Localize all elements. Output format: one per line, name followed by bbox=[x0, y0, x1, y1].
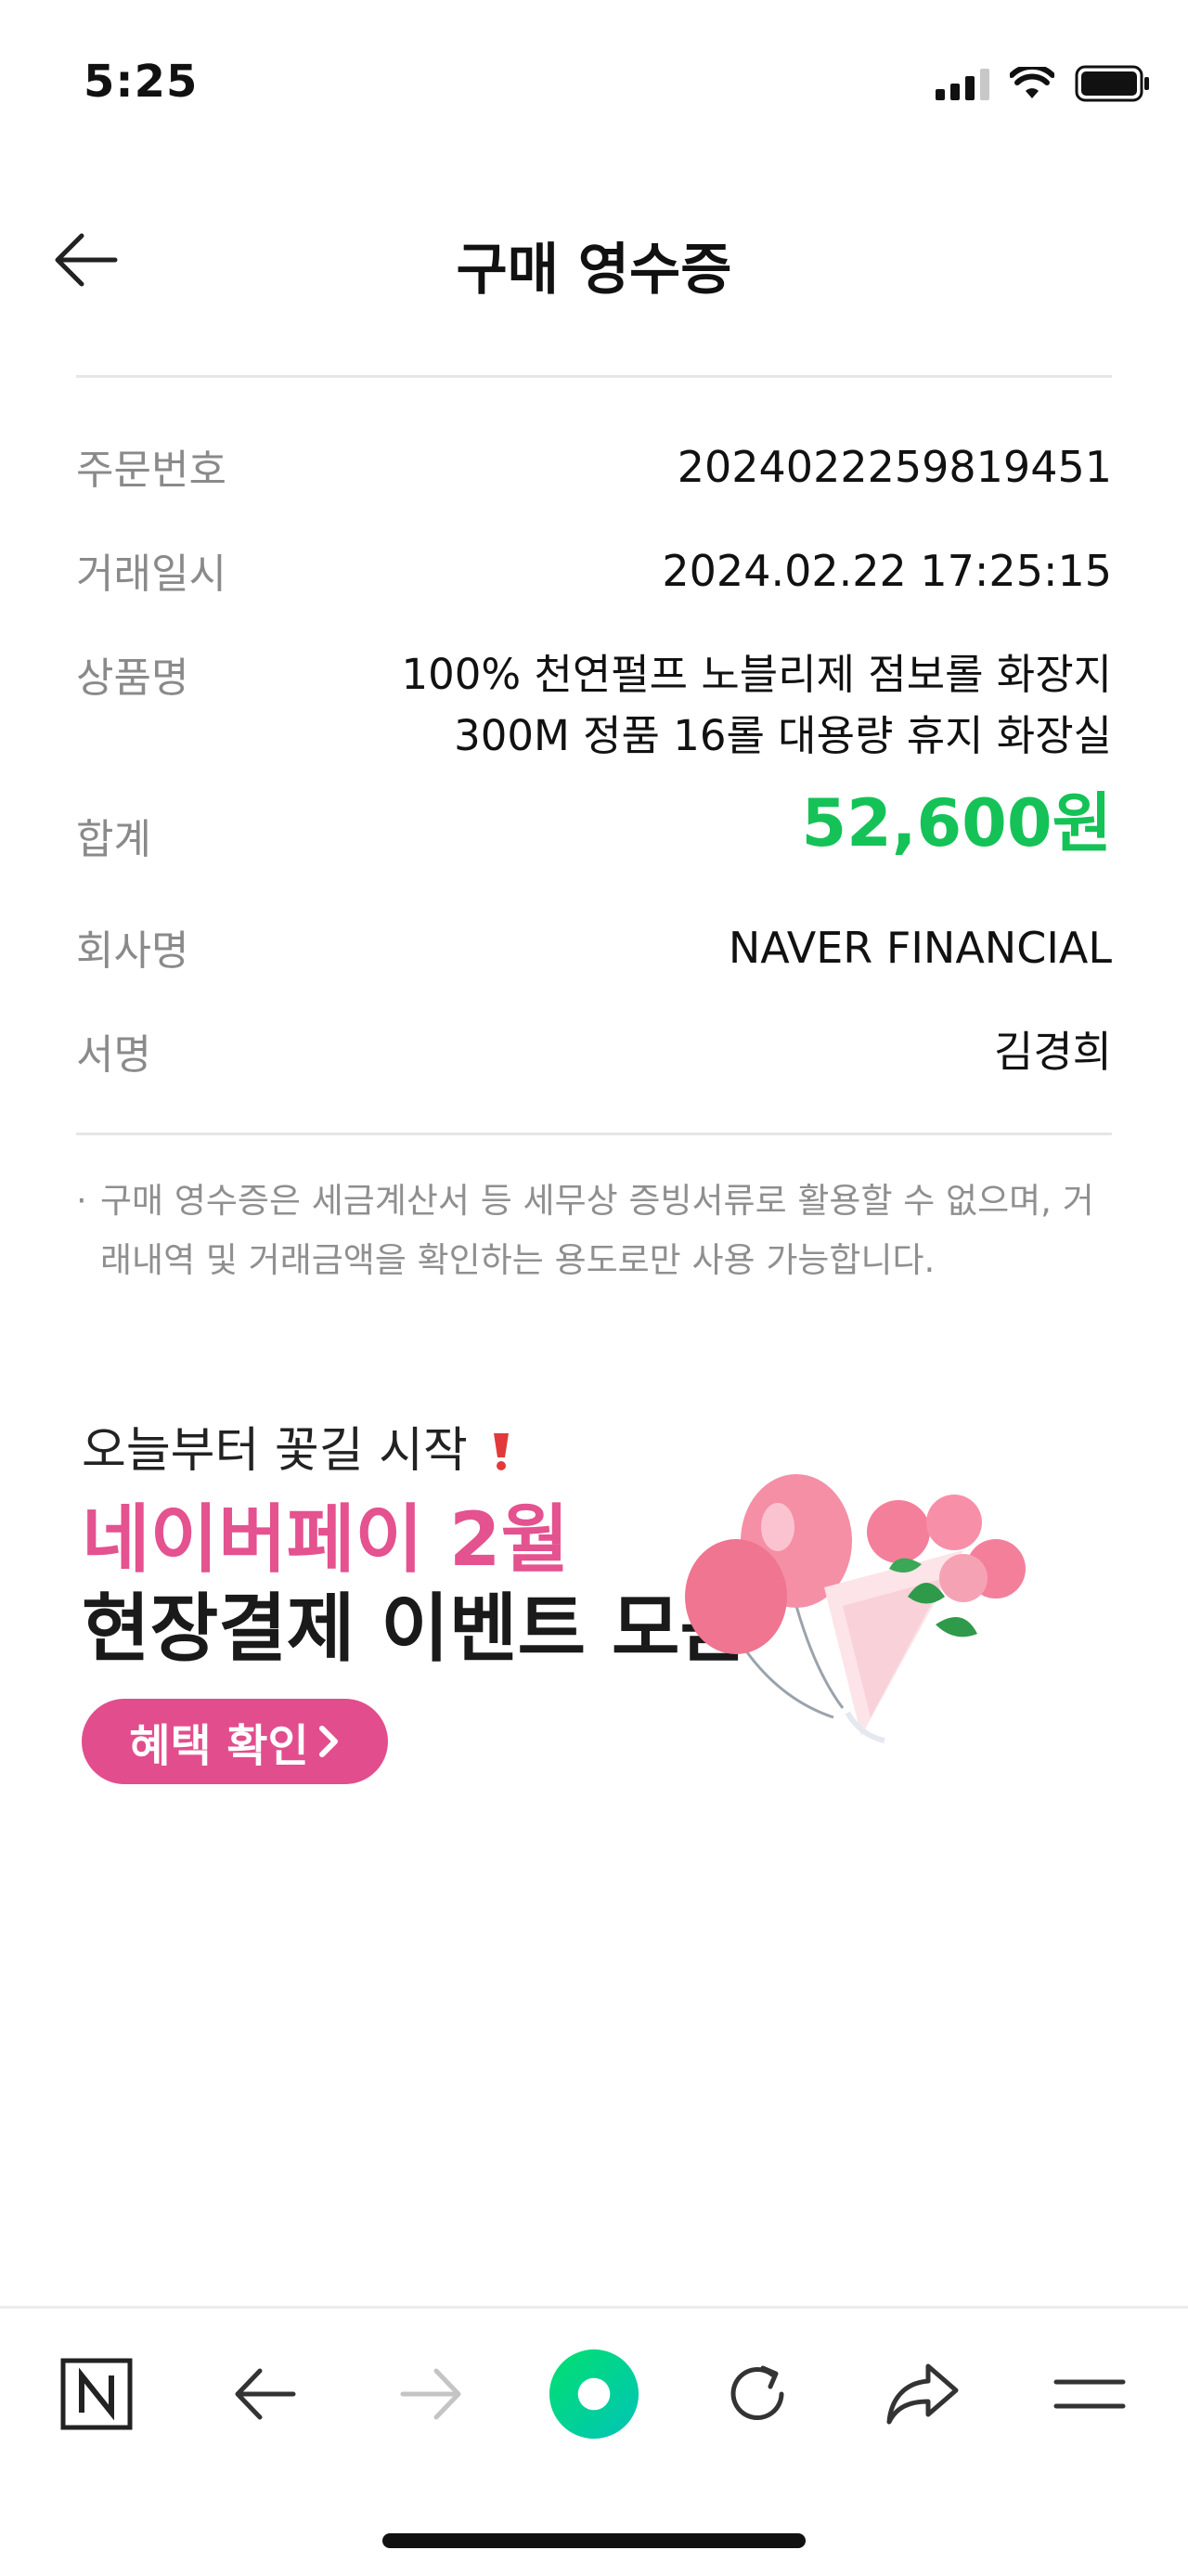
refresh-button[interactable] bbox=[711, 2348, 804, 2440]
battery-icon bbox=[1075, 65, 1149, 102]
product-name-row: 상품명 100% 천연펄프 노블리제 점보롤 화장지 300M 정품 16롤 대… bbox=[76, 644, 1112, 767]
signature-row: 서명 김경희 bbox=[76, 1021, 1112, 1082]
receipt-notice-text: 구매 영수증은 세금계산서 등 세무상 증빙서류로 활용할 수 없으며, 거래내… bbox=[100, 1181, 1094, 1280]
total-row: 합계 52,600원 bbox=[76, 791, 1112, 880]
status-icons bbox=[936, 65, 1151, 102]
company-value: NAVER FINANCIAL bbox=[728, 923, 1112, 973]
menu-button[interactable] bbox=[1043, 2348, 1136, 2440]
page-header: 구매 영수증 bbox=[0, 195, 1188, 325]
transaction-date-label: 거래일시 bbox=[76, 550, 226, 598]
home-indicator[interactable] bbox=[382, 2533, 806, 2548]
chevron-right-icon bbox=[318, 1726, 338, 1757]
wifi-icon bbox=[1010, 67, 1054, 98]
transaction-date-row: 거래일시 2024.02.22 17:25:15 bbox=[76, 540, 1112, 602]
company-label: 회사명 bbox=[76, 927, 189, 975]
benefit-check-button[interactable]: 혜택 확인 bbox=[82, 1699, 388, 1784]
signature-label: 서명 bbox=[76, 1031, 151, 1079]
top-divider bbox=[76, 375, 1112, 378]
bullet-icon: · bbox=[76, 1181, 87, 1221]
share-button[interactable] bbox=[876, 2348, 969, 2440]
banner-subtitle: 오늘부터 꽃길 시작 bbox=[82, 1411, 514, 1481]
green-dot-button[interactable] bbox=[548, 2348, 640, 2440]
company-row: 회사명 NAVER FINANCIAL bbox=[76, 917, 1112, 978]
order-number-row: 주문번호 2024022259819451 bbox=[76, 436, 1112, 498]
forward-arrow-icon bbox=[400, 2368, 461, 2420]
menu-icon bbox=[1053, 2379, 1126, 2409]
naver-home-icon bbox=[60, 2358, 133, 2430]
browser-bottom-bar bbox=[0, 2306, 1188, 2576]
status-time: 5:25 bbox=[84, 56, 199, 108]
order-number-value: 2024022259819451 bbox=[677, 442, 1112, 492]
naver-home-button[interactable] bbox=[50, 2348, 143, 2440]
cellular-signal-icon bbox=[936, 67, 989, 100]
browser-back-button[interactable] bbox=[219, 2348, 312, 2440]
exclamation-icon bbox=[494, 1433, 510, 1470]
promo-banner[interactable]: 오늘부터 꽃길 시작 네이버페이 2월 현장결제 이벤트 모음 혜택 확인 bbox=[76, 1411, 1112, 1801]
green-circle-icon bbox=[549, 2349, 639, 2440]
total-label: 합계 bbox=[76, 816, 151, 863]
transaction-date-value: 2024.02.22 17:25:15 bbox=[662, 546, 1112, 596]
status-bar: 5:25 bbox=[0, 0, 1188, 139]
share-icon bbox=[886, 2363, 959, 2425]
banner-headline: 현장결제 이벤트 모음 bbox=[82, 1586, 749, 1672]
back-arrow-icon bbox=[235, 2368, 296, 2420]
refresh-icon bbox=[730, 2365, 784, 2420]
product-name-label: 상품명 bbox=[76, 654, 189, 702]
page-title: 구매 영수증 bbox=[456, 238, 732, 303]
total-amount: 52,600원 bbox=[801, 785, 1112, 861]
balloons-flowers-illustration bbox=[685, 1474, 1026, 1743]
benefit-check-label: 혜택 확인 bbox=[129, 1720, 309, 1772]
bottom-divider bbox=[76, 1133, 1112, 1135]
browser-forward-button[interactable] bbox=[384, 2348, 477, 2440]
signature-value: 김경희 bbox=[994, 1027, 1112, 1077]
product-name-value: 100% 천연펄프 노블리제 점보롤 화장지 300M 정품 16롤 대용량 휴… bbox=[401, 650, 1112, 760]
order-number-label: 주문번호 bbox=[76, 447, 226, 494]
